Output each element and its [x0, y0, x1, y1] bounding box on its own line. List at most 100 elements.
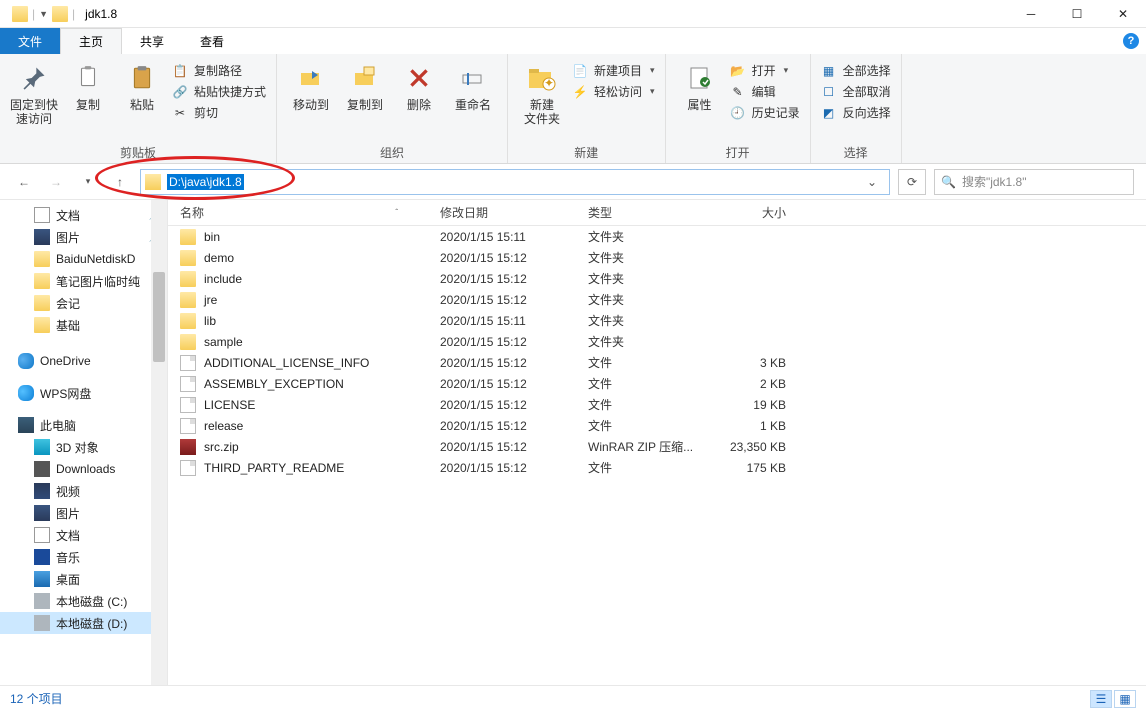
file-icon [180, 271, 196, 287]
new-item-button[interactable]: 📄新建项目▾ [572, 62, 655, 79]
table-row[interactable]: bin2020/1/15 15:11文件夹 [168, 226, 1146, 247]
tree-item[interactable]: 笔记图片临时纯 [0, 270, 167, 292]
group-clipboard-label: 剪贴板 [10, 142, 266, 161]
history-button[interactable]: 🕘历史记录 [730, 104, 800, 121]
tree-item[interactable]: 会记 [0, 292, 167, 314]
tab-file[interactable]: 文件 [0, 28, 60, 54]
file-date: 2020/1/15 15:12 [428, 440, 576, 454]
col-header-date[interactable]: 修改日期 [428, 204, 576, 221]
cut-icon: ✂ [172, 105, 188, 121]
tree-item[interactable]: 本地磁盘 (D:) [0, 612, 167, 634]
file-name: src.zip [204, 440, 239, 454]
close-button[interactable]: ✕ [1100, 0, 1146, 28]
sort-indicator-icon: ˆ [395, 208, 398, 217]
table-row[interactable]: ASSEMBLY_EXCEPTION2020/1/15 15:12文件2 KB [168, 373, 1146, 394]
edit-button[interactable]: ✎编辑 [730, 83, 800, 100]
tree-item[interactable]: 本地磁盘 (C:) [0, 590, 167, 612]
file-size: 3 KB [700, 356, 800, 370]
properties-icon [684, 62, 716, 94]
address-dropdown-icon[interactable]: ⌄ [859, 175, 885, 189]
tree-item[interactable]: 桌面 [0, 568, 167, 590]
table-row[interactable]: ADDITIONAL_LICENSE_INFO2020/1/15 15:12文件… [168, 352, 1146, 373]
properties-button[interactable]: 属性 [676, 58, 724, 112]
move-to-icon [295, 62, 327, 94]
minimize-button[interactable]: ─ [1008, 0, 1054, 28]
tree-item[interactable]: 基础 [0, 314, 167, 336]
recent-locations-button[interactable]: ▾ [76, 170, 100, 194]
file-date: 2020/1/15 15:11 [428, 230, 576, 244]
select-none-button[interactable]: ☐全部取消 [821, 83, 891, 100]
tree-item[interactable]: 图片 [0, 502, 167, 524]
view-details-button[interactable]: ☰ [1090, 690, 1112, 708]
tree-onedrive[interactable]: OneDrive [0, 350, 167, 372]
tree-item[interactable]: 图片📌 [0, 226, 167, 248]
file-name: jre [204, 293, 217, 307]
easy-access-button[interactable]: ⚡轻松访问▾ [572, 83, 655, 100]
tree-item-label: 音乐 [56, 549, 80, 566]
col-header-type[interactable]: 类型 [576, 204, 700, 221]
pin-to-quick-access-button[interactable]: 固定到快 速访问 [10, 58, 58, 126]
move-to-button[interactable]: 移动到 [287, 58, 335, 112]
address-bar[interactable]: D:\java\jdk1.8 ⌄ [140, 169, 890, 195]
delete-icon [403, 62, 435, 94]
rename-button[interactable]: 重命名 [449, 58, 497, 112]
copy-path-button[interactable]: 📋复制路径 [172, 62, 266, 79]
tree-item[interactable]: 视频 [0, 480, 167, 502]
up-button[interactable]: ↑ [108, 170, 132, 194]
file-name: demo [204, 251, 234, 265]
tab-share[interactable]: 共享 [122, 28, 182, 54]
refresh-button[interactable]: ⟳ [898, 169, 926, 195]
copy-button[interactable]: 复制 [64, 58, 112, 112]
search-box[interactable]: 🔍 搜索"jdk1.8" [934, 169, 1134, 195]
qat-folder-icon[interactable] [52, 6, 68, 22]
tree-this-pc[interactable]: 此电脑 [0, 414, 167, 436]
address-folder-icon [145, 174, 161, 190]
tree-item[interactable]: 3D 对象 [0, 436, 167, 458]
paste-button[interactable]: 粘贴 [118, 58, 166, 112]
address-path[interactable]: D:\java\jdk1.8 [167, 174, 244, 190]
tree-item-icon [34, 615, 50, 631]
tab-home[interactable]: 主页 [60, 28, 122, 54]
file-name: sample [204, 335, 243, 349]
tree-item[interactable]: Downloads [0, 458, 167, 480]
tree-item[interactable]: BaiduNetdiskD [0, 248, 167, 270]
tree-item[interactable]: 音乐 [0, 546, 167, 568]
table-row[interactable]: sample2020/1/15 15:12文件夹 [168, 331, 1146, 352]
table-row[interactable]: src.zip2020/1/15 15:12WinRAR ZIP 压缩...23… [168, 436, 1146, 457]
view-icons-button[interactable]: ▦ [1114, 690, 1136, 708]
search-placeholder: 搜索"jdk1.8" [962, 173, 1027, 190]
tree-item-icon [34, 295, 50, 311]
tree-scrollbar[interactable] [151, 200, 167, 685]
tab-view[interactable]: 查看 [182, 28, 242, 54]
table-row[interactable]: release2020/1/15 15:12文件1 KB [168, 415, 1146, 436]
select-all-button[interactable]: ▦全部选择 [821, 62, 891, 79]
qat-chevron-icon[interactable]: ▼ [39, 9, 48, 19]
table-row[interactable]: THIRD_PARTY_README2020/1/15 15:12文件175 K… [168, 457, 1146, 478]
paste-shortcut-button[interactable]: 🔗粘贴快捷方式 [172, 83, 266, 100]
table-row[interactable]: demo2020/1/15 15:12文件夹 [168, 247, 1146, 268]
maximize-button[interactable]: ☐ [1054, 0, 1100, 28]
col-header-size[interactable]: 大小 [700, 204, 800, 221]
table-row[interactable]: jre2020/1/15 15:12文件夹 [168, 289, 1146, 310]
col-header-name[interactable]: 名称 ˆ [168, 204, 428, 221]
copy-to-button[interactable]: 复制到 [341, 58, 389, 112]
group-new-label: 新建 [518, 142, 655, 161]
paste-shortcut-icon: 🔗 [172, 84, 188, 100]
scroll-thumb[interactable] [153, 272, 165, 362]
invert-selection-button[interactable]: ◩反向选择 [821, 104, 891, 121]
navigation-tree[interactable]: 文档📌图片📌BaiduNetdiskD笔记图片临时纯会记基础 OneDrive … [0, 200, 168, 685]
file-date: 2020/1/15 15:12 [428, 377, 576, 391]
tree-item[interactable]: 文档 [0, 524, 167, 546]
table-row[interactable]: include2020/1/15 15:12文件夹 [168, 268, 1146, 289]
delete-button[interactable]: 删除 [395, 58, 443, 112]
table-row[interactable]: lib2020/1/15 15:11文件夹 [168, 310, 1146, 331]
forward-button[interactable]: → [44, 170, 68, 194]
tree-wps[interactable]: WPS网盘 [0, 382, 167, 404]
new-folder-button[interactable]: ✦ 新建 文件夹 [518, 58, 566, 126]
help-button[interactable]: ? [1116, 28, 1146, 54]
open-button[interactable]: 📂打开▾ [730, 62, 800, 79]
cut-button[interactable]: ✂剪切 [172, 104, 266, 121]
table-row[interactable]: LICENSE2020/1/15 15:12文件19 KB [168, 394, 1146, 415]
back-button[interactable]: ← [12, 170, 36, 194]
tree-item[interactable]: 文档📌 [0, 204, 167, 226]
